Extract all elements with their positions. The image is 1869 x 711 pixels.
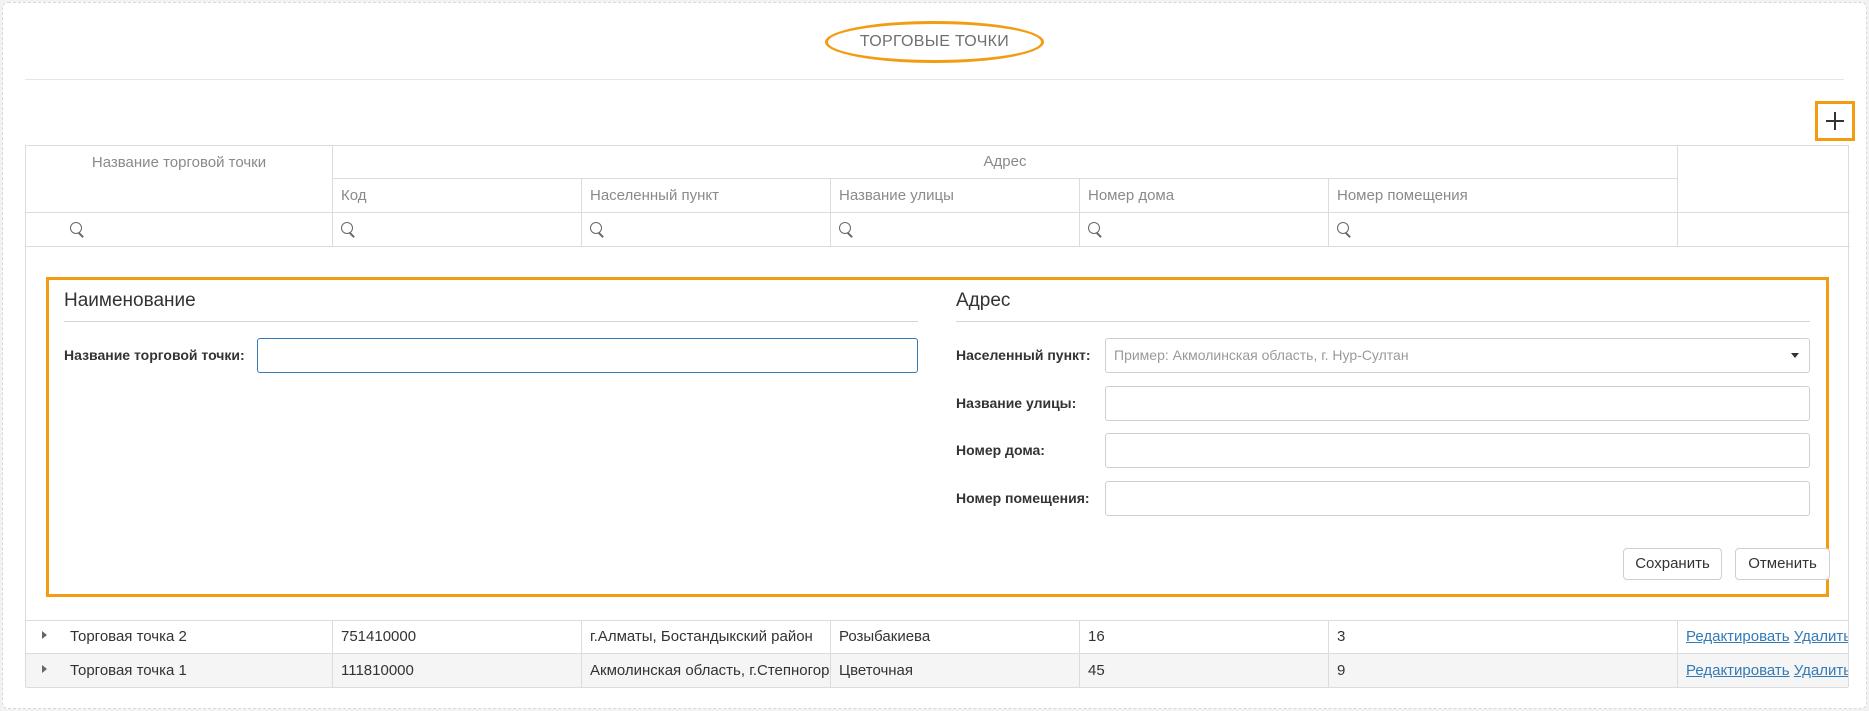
header-street[interactable]: Название улицы (831, 179, 1080, 213)
section-address-divider (956, 321, 1810, 322)
locality-placeholder: Пример: Акмолинская область, г. Нур-Султ… (1114, 347, 1409, 363)
search-icon (1337, 222, 1351, 236)
expand-icon[interactable] (42, 631, 47, 639)
filter-street[interactable] (831, 213, 1080, 247)
room-input[interactable] (1105, 481, 1810, 516)
edit-link[interactable]: Редактировать (1686, 662, 1790, 679)
section-name-title: Наименование (64, 290, 196, 311)
row-room: 3 (1329, 620, 1678, 654)
table-row: Торговая точка 1 111810000 Акмолинская о… (26, 654, 1848, 688)
header-locality[interactable]: Населенный пункт (582, 179, 831, 213)
header-room[interactable]: Номер помещения (1329, 179, 1678, 213)
name-label: Название торговой точки: (64, 347, 245, 363)
search-icon (70, 222, 84, 236)
row-house: 16 (1080, 620, 1329, 654)
filter-name[interactable] (26, 213, 333, 247)
header-name[interactable]: Название торговой точки (26, 146, 333, 213)
row-code: 751410000 (333, 620, 582, 654)
page-frame: ТОРГОВЫЕ ТОЧКИ Название торговой точки А… (2, 2, 1867, 709)
header-actions (1678, 146, 1850, 213)
street-label: Название улицы: (956, 395, 1077, 411)
row-actions: Редактировать Удалить (1678, 654, 1848, 688)
row-locality: Акмолинская область, г.Степногорск (582, 654, 831, 688)
house-input[interactable] (1105, 433, 1810, 468)
section-address-title: Адрес (956, 290, 1011, 311)
page-title: ТОРГОВЫЕ ТОЧКИ (824, 21, 1045, 63)
cancel-button[interactable]: Отменить (1735, 548, 1830, 580)
filter-room[interactable] (1329, 213, 1678, 247)
room-label: Номер помещения: (956, 490, 1090, 506)
edit-form: Наименование Название торговой точки: Ад… (46, 277, 1830, 597)
row-locality: г.Алматы, Бостандыкский район (582, 620, 831, 654)
data-grid: Название торговой точки Адрес Код Населе… (25, 145, 1850, 688)
row-code: 111810000 (333, 654, 582, 688)
header-code[interactable]: Код (333, 179, 582, 213)
delete-link[interactable]: Удалить (1794, 628, 1848, 645)
locality-select[interactable]: Пример: Акмолинская область, г. Нур-Султ… (1105, 338, 1810, 373)
add-button[interactable] (1815, 101, 1855, 141)
chevron-down-icon[interactable] (1791, 353, 1799, 358)
edit-link[interactable]: Редактировать (1686, 628, 1790, 645)
name-input[interactable] (257, 338, 918, 373)
row-name: Торговая точка 1 (70, 662, 187, 679)
locality-label: Населенный пункт: (956, 347, 1091, 363)
row-name: Торговая точка 2 (70, 628, 187, 645)
expand-icon[interactable] (42, 665, 47, 673)
title-wrap: ТОРГОВЫЕ ТОЧКИ (3, 21, 1866, 63)
row-name-cell: Торговая точка 1 (26, 654, 333, 688)
delete-link[interactable]: Удалить (1794, 662, 1848, 679)
filter-code[interactable] (333, 213, 582, 247)
search-icon (839, 222, 853, 236)
search-icon (590, 222, 604, 236)
header-house[interactable]: Номер дома (1080, 179, 1329, 213)
filter-house[interactable] (1080, 213, 1329, 247)
row-room: 9 (1329, 654, 1678, 688)
row-actions: Редактировать Удалить (1678, 620, 1848, 654)
row-name-cell: Торговая точка 2 (26, 620, 333, 654)
header-address: Адрес (333, 146, 1678, 179)
plus-icon (1826, 112, 1844, 130)
title-divider (25, 79, 1844, 80)
section-name-divider (64, 321, 918, 322)
table-row: Торговая точка 2 751410000 г.Алматы, Бос… (26, 620, 1848, 654)
search-icon (341, 222, 355, 236)
filter-locality[interactable] (582, 213, 831, 247)
row-house: 45 (1080, 654, 1329, 688)
edit-form-row: Наименование Название торговой точки: Ад… (26, 247, 1848, 621)
house-label: Номер дома: (956, 442, 1045, 458)
row-street: Розыбакиева (831, 620, 1080, 654)
search-icon (1088, 222, 1102, 236)
street-input[interactable] (1105, 386, 1810, 421)
save-button[interactable]: Сохранить (1623, 548, 1722, 580)
filter-actions (1678, 213, 1850, 247)
row-street: Цветочная (831, 654, 1080, 688)
